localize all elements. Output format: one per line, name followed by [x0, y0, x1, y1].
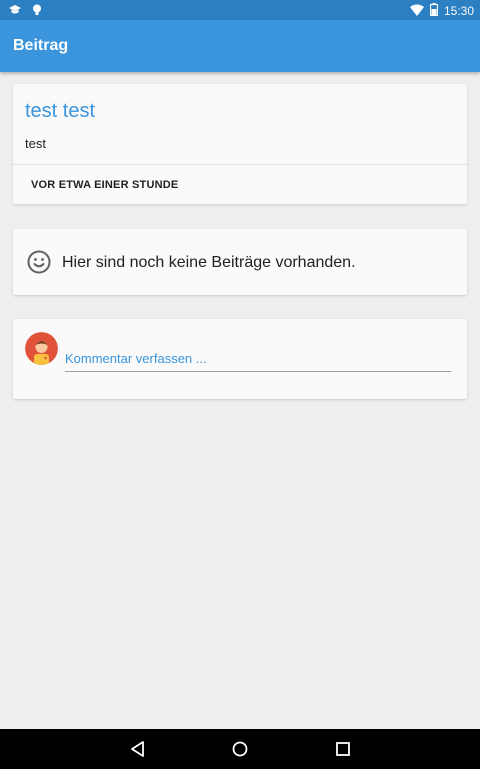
post-timestamp: VOR ETWA EINER STUNDE [31, 179, 179, 191]
empty-state-text: Hier sind noch keine Beiträge vorhanden. [62, 254, 356, 271]
post-card: test test test VOR ETWA EINER STUNDE [13, 84, 467, 204]
post-title: test test [25, 100, 96, 122]
back-icon[interactable] [128, 739, 148, 759]
battery-icon [429, 3, 439, 19]
home-icon[interactable] [230, 739, 250, 759]
smiley-icon [27, 250, 51, 274]
empty-state-card: Hier sind noch keine Beiträge vorhanden. [13, 229, 467, 295]
comment-input[interactable] [65, 345, 451, 372]
status-time: 15:30 [443, 4, 474, 18]
post-divider [13, 164, 467, 165]
post-body: test [25, 136, 46, 151]
app-bar: Beitrag [0, 20, 480, 72]
navigation-bar [0, 729, 480, 769]
wifi-icon [409, 4, 424, 19]
status-bar: 15:30 [0, 0, 480, 20]
comment-card [13, 319, 467, 399]
page-title: Beitrag [13, 37, 69, 54]
avatar [25, 332, 58, 365]
recents-icon[interactable] [333, 739, 353, 759]
